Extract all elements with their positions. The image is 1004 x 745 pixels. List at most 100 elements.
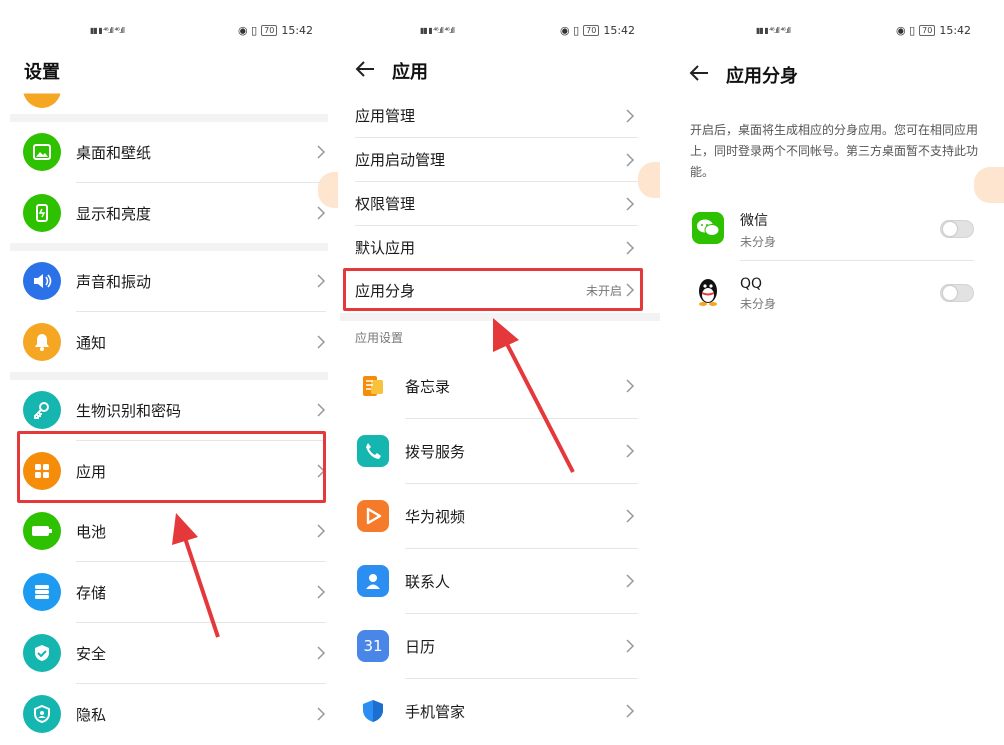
back-arrow-icon[interactable]	[354, 58, 376, 80]
section-gap	[10, 114, 328, 122]
section-header: 应用设置	[355, 331, 404, 345]
chevron-right-icon	[626, 704, 635, 718]
battery-icon: 70	[261, 24, 278, 36]
chevron-right-icon	[317, 585, 326, 599]
chevron-right-icon	[317, 335, 326, 349]
chevron-right-icon	[626, 379, 635, 393]
app-item-label: 手机管家	[405, 702, 466, 721]
app-item-label: 华为视频	[405, 507, 466, 526]
page-title: 应用分身	[726, 66, 798, 87]
chevron-right-icon	[317, 707, 326, 721]
menu-item-label: 默认应用	[355, 239, 416, 257]
settings-item-privacy[interactable]: 隐私	[0, 684, 338, 744]
app-item-huawei-video[interactable]: 华为视频	[340, 484, 660, 548]
menu-item-default-apps[interactable]: 默认应用	[340, 226, 660, 269]
app-item-label: 日历	[405, 637, 436, 656]
settings-item-label: 存储	[76, 583, 107, 602]
battery-icon	[23, 512, 61, 550]
settings-item-wallpaper[interactable]: 桌面和壁纸	[0, 122, 338, 182]
settings-item-display[interactable]: 显示和亮度	[0, 183, 338, 243]
section-gap	[10, 372, 328, 380]
highlight-box	[343, 268, 643, 311]
settings-item-label: 通知	[76, 333, 107, 352]
app-item-phone-manager[interactable]: 手机管家	[340, 679, 660, 743]
app-item-label: 联系人	[405, 572, 451, 591]
memo-icon	[357, 370, 389, 402]
twin-app-name: 微信	[740, 213, 768, 229]
app-item-calendar[interactable]: 31 日历	[340, 614, 660, 678]
manager-shield-icon	[357, 695, 389, 727]
menu-item-label: 应用管理	[355, 107, 416, 125]
chevron-right-icon	[317, 145, 326, 159]
chevron-right-icon	[626, 152, 635, 167]
privacy-shield-icon	[23, 695, 61, 733]
chevron-right-icon	[317, 646, 326, 660]
menu-item-label: 权限管理	[355, 195, 416, 213]
qq-penguin-icon	[692, 276, 724, 308]
key-icon	[23, 391, 61, 429]
pointer-arrow	[493, 318, 575, 473]
page-title: 应用	[392, 62, 428, 83]
app-twin-panel: ▮▮ ▮ ⁴⁶.ıll ⁴⁶.ıll ◉ ▯ 70 15:42 应用分身 开启后，…	[668, 0, 1004, 745]
calendar-icon: 31	[357, 630, 389, 662]
app-item-contacts[interactable]: 联系人	[340, 549, 660, 613]
settings-panel: ▮▮ ▮ ⁴⁶.ıll ⁴⁶.ıll ◉ ▯ 70 15:42 设置 桌面和壁纸 …	[0, 0, 338, 745]
back-arrow-icon[interactable]	[688, 62, 710, 84]
status-time: 15:42	[603, 23, 636, 37]
menu-item-app-management[interactable]: 应用管理	[340, 94, 660, 137]
chevron-right-icon	[626, 196, 635, 211]
shield-icon	[23, 634, 61, 672]
chevron-right-icon	[317, 206, 326, 220]
description-text: 开启后，桌面将生成相应的分身应用。您可在相同应用上，同时登录两个不同帐号。第三方…	[690, 123, 979, 179]
menu-item-launch-management[interactable]: 应用启动管理	[340, 138, 660, 181]
status-bar-right: ◉ ▯ 70 15:42	[238, 23, 314, 37]
settings-item-label: 声音和振动	[76, 272, 152, 291]
chevron-right-icon	[626, 509, 635, 523]
chevron-right-icon	[626, 240, 635, 255]
storage-icon	[23, 573, 61, 611]
status-bar-right: ◉ ▯ 70 15:42	[560, 23, 636, 37]
phone-icon	[357, 435, 389, 467]
contact-person-icon	[357, 565, 389, 597]
section-gap	[10, 243, 328, 251]
speaker-icon	[23, 262, 61, 300]
app-item-label: 拨号服务	[405, 442, 466, 461]
apps-panel: ▮▮ ▮ ⁴⁶.ıll ⁴⁶.ıll ◉ ▯ 70 15:42 应用 应用管理 应…	[340, 0, 660, 745]
image-icon	[23, 133, 61, 171]
highlight-box	[17, 431, 326, 503]
brightness-icon	[23, 194, 61, 232]
chevron-right-icon	[626, 444, 635, 458]
floating-tab[interactable]	[638, 162, 660, 198]
qq-twin-toggle[interactable]	[940, 284, 974, 302]
wechat-twin-toggle[interactable]	[940, 220, 974, 238]
floating-tab[interactable]	[974, 167, 1004, 203]
chevron-right-icon	[626, 639, 635, 653]
chevron-right-icon	[317, 274, 326, 288]
page-title: 设置	[24, 62, 60, 83]
menu-item-permissions[interactable]: 权限管理	[340, 182, 660, 225]
twin-app-name: QQ	[740, 276, 763, 292]
settings-item-notifications[interactable]: 通知	[0, 312, 338, 372]
twin-app-qq: QQ 未分身	[668, 262, 1004, 324]
battery-icon: 70	[919, 24, 936, 36]
video-play-icon	[357, 500, 389, 532]
settings-item-label: 显示和亮度	[76, 204, 152, 223]
status-bar-signal: ▮▮ ▮ ⁴⁶.ıll ⁴⁶.ıll	[756, 25, 791, 35]
status-bar-right: ◉ ▯ 70 15:42	[896, 23, 972, 37]
twin-app-wechat: 微信 未分身	[668, 198, 1004, 260]
chevron-right-icon	[317, 403, 326, 417]
chevron-right-icon	[317, 524, 326, 538]
twin-app-status: 未分身	[740, 297, 777, 311]
battery-icon: 70	[583, 24, 600, 36]
menu-item-label: 应用启动管理	[355, 151, 446, 169]
pointer-arrow	[172, 513, 220, 638]
wechat-icon	[692, 212, 724, 244]
settings-item-label: 电池	[76, 522, 107, 541]
status-bar-signal: ▮▮ ▮ ⁴⁶.ıll ⁴⁶.ıll	[420, 25, 455, 35]
settings-item-sound[interactable]: 声音和振动	[0, 251, 338, 311]
divider	[740, 260, 974, 261]
settings-item-label: 桌面和壁纸	[76, 143, 152, 162]
settings-item-label: 安全	[76, 644, 107, 663]
chevron-right-icon	[626, 108, 635, 123]
status-bar-signal: ▮▮ ▮ ⁴⁶.ıll ⁴⁶.ıll	[90, 25, 125, 35]
